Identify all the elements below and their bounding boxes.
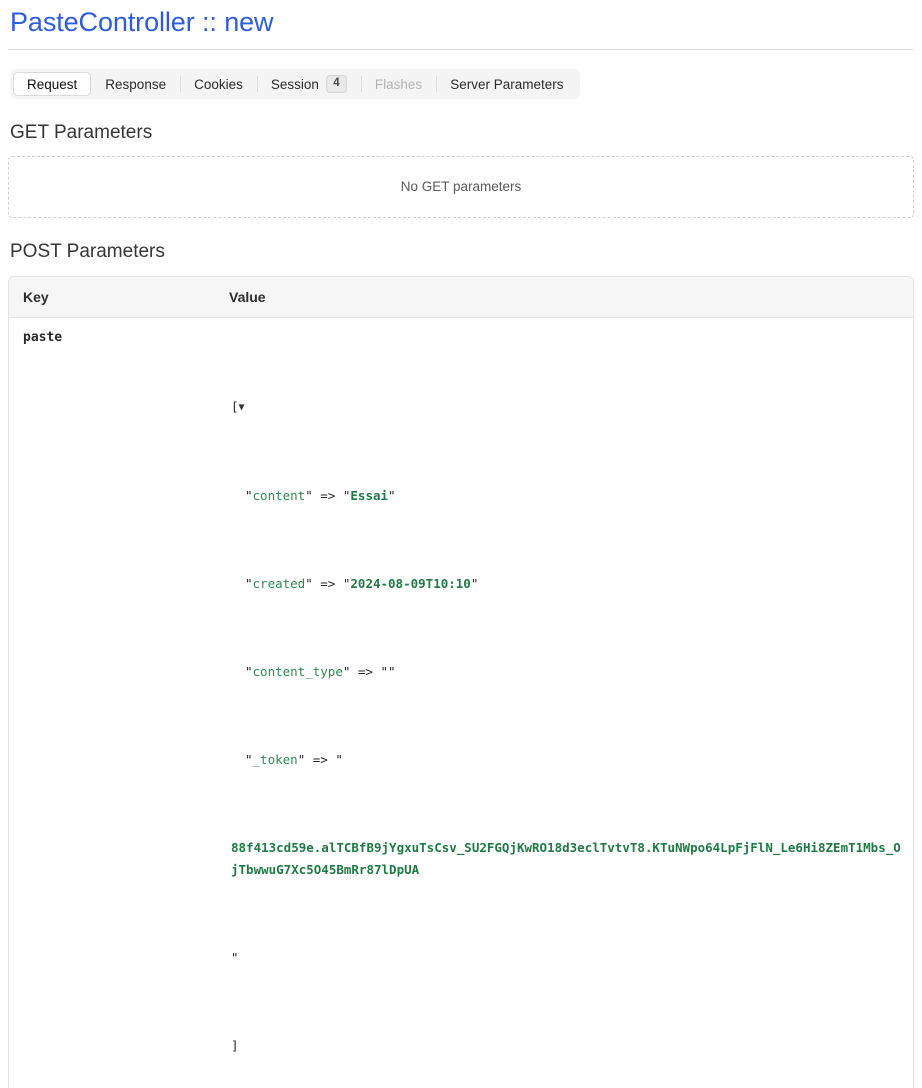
dump-entry-content: "content" => "Essai" — [231, 485, 901, 507]
tab-server-parameters[interactable]: Server Parameters — [436, 72, 577, 96]
dump-arrow: => — [320, 576, 336, 592]
post-parameters-heading: POST Parameters — [10, 241, 165, 263]
dump-value-created: 2024-08-09T10:10 — [350, 576, 471, 592]
dump-quote: " — [470, 576, 479, 592]
dump-quote: " — [380, 664, 389, 680]
post-parameters-table-head: Key Value — [9, 277, 913, 319]
column-header-value: Value — [217, 277, 913, 319]
tab-flashes-label: Flashes — [374, 76, 423, 92]
dump-key-token: _token — [252, 752, 298, 768]
tab-session-label: Session — [270, 76, 319, 92]
post-parameters-table-card: Key Value paste [▼ "content" => "Essai" … — [8, 276, 914, 1088]
post-parameters-table: Key Value paste [▼ "content" => "Essai" … — [9, 277, 913, 1088]
tab-session[interactable]: Session 4 — [256, 72, 361, 96]
table-row: paste [▼ "content" => "Essai" "created" … — [9, 318, 913, 1088]
dump-quote: " — [388, 664, 396, 680]
dump-key-content: content — [252, 488, 306, 504]
cell-key-paste: paste — [23, 330, 63, 346]
session-count-badge: 4 — [325, 75, 347, 94]
var-dump: [▼ "content" => "Essai" "created" => "20… — [231, 330, 901, 1088]
dump-value-token: 88f413cd59e.alTCBfB9jYgxuTsCsv_SU2FGQjKw… — [231, 840, 901, 878]
dump-entry-token-open: "_token" => " — [231, 749, 901, 771]
dump-quote: " — [297, 752, 306, 768]
dump-quote: " — [245, 664, 253, 680]
dump-quote: " — [245, 576, 253, 592]
dump-quote: " — [342, 576, 351, 592]
table-header-row: Key Value — [9, 277, 913, 319]
dump-quote: " — [245, 488, 253, 504]
dump-arrow: => — [320, 488, 336, 504]
cell-value-paste: [▼ "content" => "Essai" "created" => "20… — [217, 318, 913, 1088]
dump-quote: " — [305, 488, 313, 504]
dump-quote: " — [305, 576, 313, 592]
tab-response[interactable]: Response — [91, 72, 180, 96]
get-parameters-empty-state: No GET parameters — [8, 156, 914, 219]
dump-arrow: => — [312, 752, 328, 768]
dump-key-content-type: content_type — [252, 664, 343, 680]
tabbar-container: Request Response Cookies Session 4 Flash… — [8, 50, 914, 100]
tab-cookies[interactable]: Cookies — [180, 72, 257, 96]
dump-quote: " — [342, 664, 351, 680]
dump-line-open: [▼ — [231, 396, 901, 419]
get-parameters-heading: GET Parameters — [10, 122, 153, 144]
dump-quote: " — [388, 488, 396, 504]
dump-key-created: created — [252, 576, 306, 592]
tab-response-label: Response — [105, 76, 167, 92]
post-parameters-table-body: paste [▼ "content" => "Essai" "created" … — [9, 318, 913, 1088]
tab-request-label: Request — [27, 76, 78, 92]
page-title: PasteController :: new — [10, 7, 274, 37]
dump-close-bracket: ] — [231, 1038, 239, 1054]
dump-quote: " — [245, 752, 253, 768]
dump-entry-content-type: "content_type" => "" — [231, 661, 901, 683]
dump-arrow: => — [357, 664, 373, 680]
dump-quote: " — [335, 752, 343, 768]
tab-cookies-label: Cookies — [194, 76, 243, 92]
tab-request[interactable]: Request — [13, 72, 92, 97]
column-header-key: Key — [9, 277, 217, 319]
tab-flashes: Flashes — [360, 72, 436, 96]
chevron-down-icon[interactable]: ▼ — [239, 402, 245, 413]
tab-server-parameters-label: Server Parameters — [450, 76, 564, 92]
dump-open-bracket: [ — [231, 399, 239, 415]
dump-entry-created: "created" => "2024-08-09T10:10" — [231, 573, 901, 595]
dump-token-close-quote: " — [231, 950, 239, 966]
tabbar: Request Response Cookies Session 4 Flash… — [10, 69, 581, 100]
debug-toolbar-page: PasteController :: new Request Response … — [0, 0, 922, 1088]
dump-value-content: Essai — [350, 488, 389, 504]
